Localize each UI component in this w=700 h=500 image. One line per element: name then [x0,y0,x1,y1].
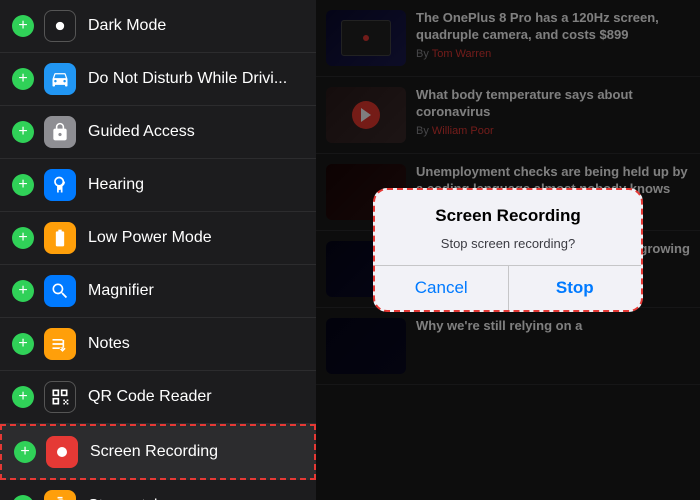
notes-icon [44,328,76,360]
dialog-overlay: Screen Recording Stop screen recording? … [316,0,700,500]
dialog-actions: Cancel Stop [375,265,641,310]
car-icon [44,63,76,95]
add-guided-btn[interactable]: + [12,121,34,143]
dialog-message: Stop screen recording? [375,236,641,265]
guided-access-label: Guided Access [88,123,195,141]
notes-label: Notes [88,335,130,353]
dialog-header: Screen Recording [375,190,641,236]
ear-icon [44,169,76,201]
add-dark-mode-btn[interactable]: + [12,15,34,37]
low-power-label: Low Power Mode [88,229,212,247]
settings-item-magnifier[interactable]: + Magnifier [0,265,316,318]
settings-item-screen-recording[interactable]: + Screen Recording [0,424,316,480]
add-low-power-btn[interactable]: + [12,227,34,249]
dark-mode-label: Dark Mode [88,17,166,35]
settings-item-low-power[interactable]: + Low Power Mode [0,212,316,265]
screen-recording-dialog: Screen Recording Stop screen recording? … [373,188,643,312]
battery-icon [44,222,76,254]
add-notes-btn[interactable]: + [12,333,34,355]
dnd-label: Do Not Disturb While Drivi... [88,70,287,88]
dark-mode-icon [44,10,76,42]
screen-recording-label: Screen Recording [90,443,218,461]
add-magnifier-btn[interactable]: + [12,280,34,302]
dialog-cancel-button[interactable]: Cancel [375,266,509,310]
qr-icon [44,381,76,413]
lock-icon [44,116,76,148]
settings-item-hearing[interactable]: + Hearing [0,159,316,212]
record-icon [46,436,78,468]
stopwatch-icon [44,490,76,500]
magnifier-icon [44,275,76,307]
hearing-label: Hearing [88,176,144,194]
add-dnd-btn[interactable]: + [12,68,34,90]
settings-item-qr[interactable]: + QR Code Reader [0,371,316,424]
settings-item-dnd[interactable]: + Do Not Disturb While Drivi... [0,53,316,106]
add-hearing-btn[interactable]: + [12,174,34,196]
settings-panel: + Dark Mode + Do Not Disturb While Drivi… [0,0,316,500]
settings-item-stopwatch[interactable]: + Stopwatch [0,480,316,500]
settings-item-notes[interactable]: + Notes [0,318,316,371]
dialog-stop-button[interactable]: Stop [509,266,642,310]
add-qr-btn[interactable]: + [12,386,34,408]
news-panel: The OnePlus 8 Pro has a 120Hz screen, qu… [316,0,700,500]
settings-item-guided-access[interactable]: + Guided Access [0,106,316,159]
add-stopwatch-btn[interactable]: + [12,495,34,500]
dialog-title: Screen Recording [391,206,625,226]
settings-item-dark-mode[interactable]: + Dark Mode [0,0,316,53]
qr-label: QR Code Reader [88,388,212,406]
magnifier-label: Magnifier [88,282,154,300]
add-screen-rec-btn[interactable]: + [14,441,36,463]
